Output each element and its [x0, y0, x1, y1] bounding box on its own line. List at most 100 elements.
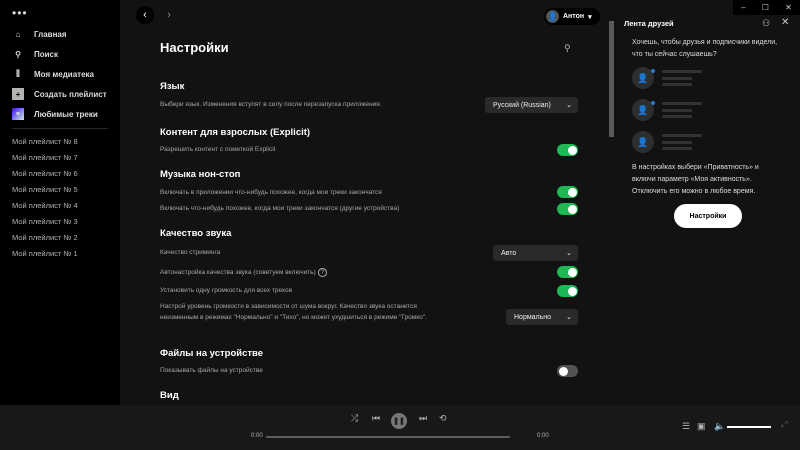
chevron-down-icon: ⌄ — [566, 250, 572, 257]
friend-activity-panel: Лента друзей ⚇ ✕ Хочешь, чтобы друзья и … — [609, 0, 800, 405]
search-icon[interactable]: ⚲ — [564, 43, 571, 54]
playlist-item[interactable]: Мой плейлист № 1 — [12, 249, 78, 258]
nav-create-playlist[interactable]: + Создать плейлист — [12, 88, 107, 100]
section-heading: Язык — [160, 81, 185, 92]
avatar: 👤 — [546, 10, 559, 23]
autoplay-toggle[interactable] — [557, 186, 578, 198]
nav-library[interactable]: ⫼ Моя медиатека — [12, 68, 94, 80]
placeholder-bar — [662, 70, 702, 73]
pause-button[interactable]: ❚❚ — [391, 413, 407, 429]
total-time: 0:00 — [537, 433, 549, 439]
auto-quality-toggle[interactable] — [557, 266, 578, 278]
home-icon: ⌂ — [15, 29, 21, 39]
local-files-toggle[interactable] — [557, 365, 578, 377]
autoplay-other-toggle[interactable] — [557, 203, 578, 215]
window-controls: – ☐ ✕ — [733, 0, 800, 15]
select-value: Нормально — [514, 313, 552, 321]
local-files-desc: Показывать файлы на устройстве — [160, 367, 263, 374]
settings-page: ‹ › 👤 Антон ▾ Настройки ⚲ Язык Выбери язык… — [120, 0, 620, 405]
friends-title: Лента друзей — [624, 19, 674, 28]
placeholder-bar — [662, 102, 702, 105]
plus-icon: + — [12, 88, 24, 100]
nav-label: Любимые треки — [34, 109, 98, 119]
queue-icon[interactable]: ☰ — [682, 421, 690, 432]
help-icon[interactable]: ? — [317, 268, 328, 277]
section-heading: Музыка нон-стоп — [160, 169, 241, 180]
placeholder-bar — [662, 83, 692, 86]
language-desc: Выбери язык. Изменения вступят в силу по… — [160, 101, 382, 108]
placeholder-bar — [662, 115, 692, 118]
maximize-icon[interactable]: ☐ — [762, 3, 769, 12]
fullscreen-icon[interactable]: ⤢ — [781, 420, 787, 430]
auto-quality-label: Автонастройка качества звука (советуем в… — [160, 267, 328, 278]
page-title: Настройки — [160, 40, 229, 55]
settings-button[interactable]: Настройки — [674, 204, 742, 228]
nav-home[interactable]: ⌂ Главная — [12, 28, 67, 40]
caret-down-icon: ▾ — [588, 13, 592, 21]
normalize-toggle[interactable] — [557, 285, 578, 297]
shuffle-icon[interactable]: ⤮ — [351, 413, 358, 424]
playlist-item[interactable]: Мой плейлист № 2 — [12, 233, 78, 242]
close-icon[interactable]: ✕ — [781, 17, 789, 28]
menu-button[interactable]: ••• — [12, 6, 28, 20]
nav-label: Моя медиатека — [34, 69, 94, 79]
online-dot — [651, 101, 655, 105]
back-button[interactable]: ‹ — [136, 6, 154, 24]
user-menu[interactable]: 👤 Антон ▾ — [544, 8, 600, 25]
repeat-icon[interactable]: ⟲ — [439, 413, 447, 424]
streaming-label: Качество стриминга — [160, 249, 221, 256]
user-name: Антон — [563, 13, 585, 20]
library-icon: ⫼ — [16, 69, 20, 78]
playlist-item[interactable]: Мой плейлист № 5 — [12, 185, 78, 194]
sidebar: ••• ⌂ Главная ⚲ Поиск ⫼ Моя медиатека + Созд… — [0, 0, 120, 405]
heart-icon: ♥ — [12, 108, 24, 120]
label-text: Автонастройка качества звука (советуем в… — [160, 269, 316, 276]
volume-slider[interactable] — [727, 426, 771, 428]
playlist-item[interactable]: Мой плейлист № 4 — [12, 201, 78, 210]
nav-liked-songs[interactable]: ♥ Любимые треки — [12, 108, 98, 120]
search-icon: ⚲ — [15, 49, 21, 59]
explicit-desc: Разрешить контент с пометкой Explicit — [160, 146, 276, 153]
normalize-label: Установить одну громкость для всех треко… — [160, 287, 293, 294]
playlist-item[interactable]: Мой плейлист № 3 — [12, 217, 78, 226]
streaming-quality-select[interactable]: Авто ⌄ — [493, 245, 578, 261]
progress-bar[interactable] — [266, 436, 510, 438]
placeholder-bar — [662, 77, 692, 80]
section-heading: Файлы на устройстве — [160, 348, 264, 359]
explicit-toggle[interactable] — [557, 144, 578, 156]
friends-info: В настройках выбери «Приватность» и вклю… — [632, 164, 759, 195]
section-heading: Вид — [160, 390, 179, 401]
previous-icon[interactable]: ⏮ — [372, 413, 380, 424]
playlist-item[interactable]: Мой плейлист № 8 — [12, 137, 78, 146]
devices-icon[interactable]: ▣ — [697, 421, 706, 432]
placeholder-bar — [662, 134, 702, 137]
placeholder-bar — [662, 147, 692, 150]
nav-label: Создать плейлист — [34, 89, 107, 99]
elapsed-time: 0:00 — [251, 433, 263, 439]
placeholder-bar — [662, 109, 692, 112]
select-value: Авто — [501, 249, 517, 257]
autoplay-desc: Включать в приложении что-нибудь похожее… — [160, 189, 382, 196]
section-heading: Контент для взрослых (Explicit) — [160, 127, 311, 138]
playlist-item[interactable]: Мой плейлист № 7 — [12, 153, 78, 162]
nav-search[interactable]: ⚲ Поиск — [12, 48, 58, 60]
section-heading: Качество звука — [160, 228, 232, 239]
volume-icon[interactable]: 🔈 — [714, 421, 725, 432]
player-bar: ⤮ ⏮ ❚❚ ⏭ ⟲ 0:00 0:00 ☰ ▣ 🔈 ⤢ — [0, 405, 800, 450]
close-window-icon[interactable]: ✕ — [785, 3, 792, 12]
add-friend-icon[interactable]: ⚇ — [762, 18, 770, 29]
friend-placeholder-avatar: 👤 — [632, 131, 654, 153]
playlist-item[interactable]: Мой плейлист № 6 — [12, 169, 78, 178]
language-select[interactable]: Русский (Russian) ⌄ — [485, 97, 578, 113]
volume-level-select[interactable]: Нормально ⌄ — [506, 309, 578, 325]
friends-scrollbar[interactable] — [609, 21, 614, 137]
autoplay-other-desc: Включать что-нибудь похожее, когда мои т… — [160, 205, 400, 212]
select-value: Русский (Russian) — [493, 101, 551, 109]
minimize-icon[interactable]: – — [741, 3, 745, 12]
nav-label: Главная — [34, 29, 67, 39]
volume-level-desc: Настрой уровень громкости в зависимости … — [160, 303, 427, 321]
forward-button[interactable]: › — [160, 6, 178, 24]
next-icon[interactable]: ⏭ — [419, 413, 427, 424]
chevron-down-icon: ⌄ — [566, 102, 572, 109]
online-dot — [651, 69, 655, 73]
